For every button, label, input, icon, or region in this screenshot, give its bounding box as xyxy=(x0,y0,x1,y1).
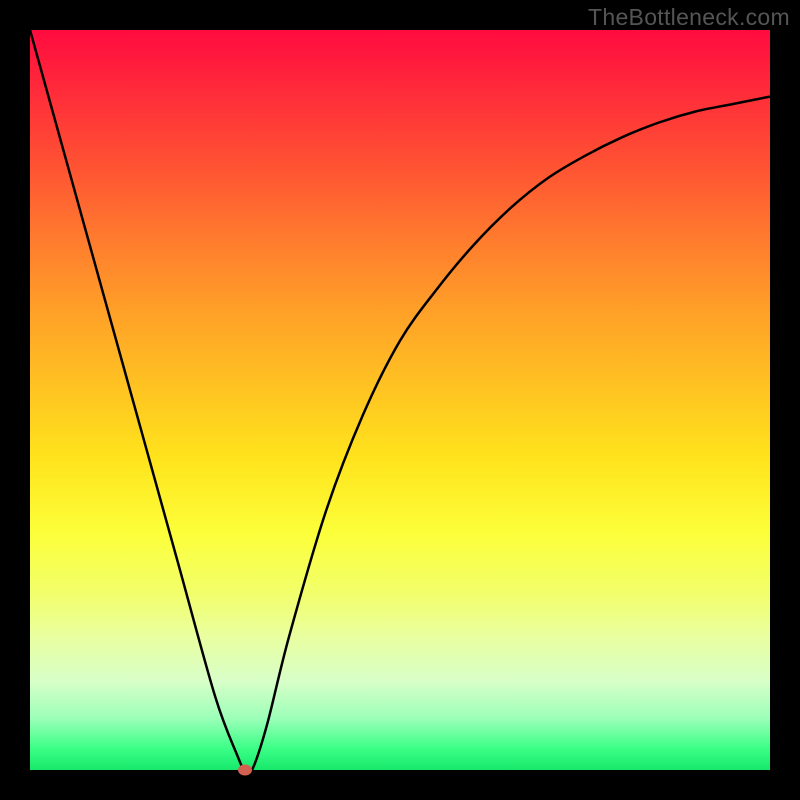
plot-area xyxy=(30,30,770,770)
chart-frame: TheBottleneck.com xyxy=(0,0,800,800)
min-point-marker xyxy=(238,765,252,776)
bottleneck-curve xyxy=(30,30,770,770)
watermark-text: TheBottleneck.com xyxy=(588,4,790,31)
